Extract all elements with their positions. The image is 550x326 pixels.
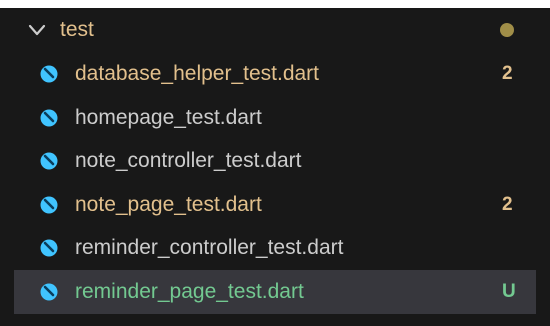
file-name: note_controller_test.dart	[75, 149, 302, 172]
file-name: reminder_controller_test.dart	[75, 236, 344, 259]
git-status-badge: 2	[502, 63, 513, 84]
file-name: homepage_test.dart	[75, 106, 262, 129]
file-row[interactable]: homepage_test.dart	[0, 96, 550, 140]
folder-row-test[interactable]: test	[0, 8, 550, 52]
dart-icon	[40, 283, 58, 301]
dart-icon	[40, 239, 58, 257]
file-row[interactable]: database_helper_test.dart 2	[0, 52, 550, 96]
file-name: note_page_test.dart	[75, 193, 262, 216]
file-row[interactable]: reminder_page_test.dart U	[14, 270, 536, 314]
file-name: reminder_page_test.dart	[75, 280, 304, 303]
git-status-badge: U	[502, 281, 516, 302]
file-row[interactable]: note_controller_test.dart	[0, 139, 550, 183]
modified-dot-icon	[500, 23, 514, 37]
chevron-down-icon[interactable]	[26, 19, 48, 41]
folder-label: test	[60, 18, 94, 41]
file-row[interactable]: note_page_test.dart 2	[0, 183, 550, 227]
dart-icon	[40, 109, 58, 127]
git-status-badge: 2	[502, 194, 513, 215]
dart-icon	[40, 152, 58, 170]
file-row[interactable]: reminder_controller_test.dart	[0, 226, 550, 270]
dart-icon	[40, 65, 58, 83]
top-strip	[0, 0, 550, 8]
file-explorer: test database_helper_test.dart 2 homepage_…	[0, 8, 550, 326]
dart-icon	[40, 196, 58, 214]
file-name: database_helper_test.dart	[75, 62, 320, 85]
